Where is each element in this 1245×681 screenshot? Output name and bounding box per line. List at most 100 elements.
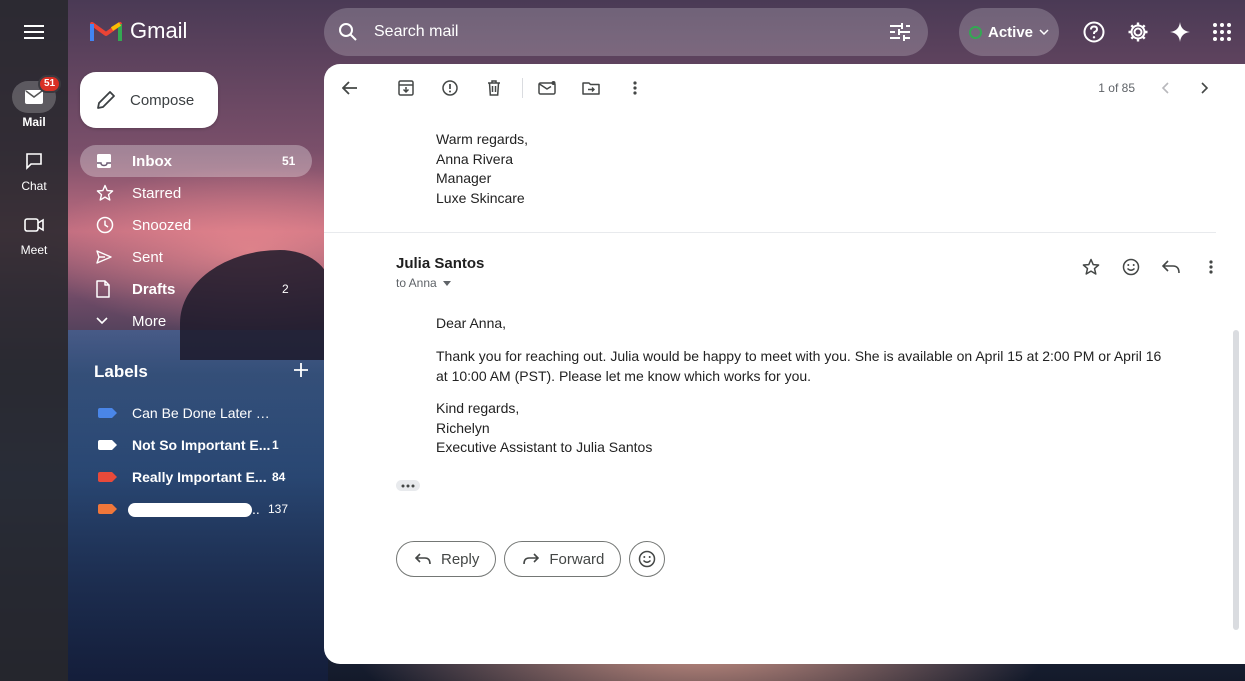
video-icon <box>24 218 44 232</box>
create-label-button[interactable] <box>294 362 308 382</box>
star-icon <box>1082 258 1100 275</box>
nav-item-drafts[interactable]: Drafts 2 <box>80 273 312 305</box>
search-options-button[interactable] <box>872 23 928 41</box>
chat-icon <box>26 153 42 170</box>
trash-icon <box>488 80 500 96</box>
hamburger-icon <box>24 25 44 39</box>
arrow-left-icon <box>342 81 357 95</box>
label-item-redacted[interactable]: .. 137 <box>80 493 312 525</box>
label-item-really-important[interactable]: Really Important E... 84 <box>80 461 312 493</box>
compose-label: Compose <box>130 91 195 109</box>
more-vert-icon <box>1209 260 1213 274</box>
mail-icon <box>25 90 43 104</box>
reply-icon <box>415 553 431 565</box>
star-message-button[interactable] <box>1075 251 1107 283</box>
redacted-label <box>128 503 252 518</box>
more-horiz-icon <box>401 484 415 487</box>
plus-icon <box>294 363 308 377</box>
gear-icon <box>1128 22 1148 42</box>
nav-item-starred[interactable]: Starred <box>80 177 312 209</box>
show-trimmed-content-button[interactable] <box>396 480 420 491</box>
app-name: Gmail <box>130 18 188 43</box>
message-actions <box>1075 251 1227 283</box>
sender-name[interactable]: Julia Santos <box>396 255 484 272</box>
label-item-not-so-important[interactable]: Not So Important E... 1 <box>80 429 312 461</box>
tune-icon <box>890 23 910 41</box>
label-tag-icon <box>98 408 117 418</box>
reply-icon <box>1162 260 1180 274</box>
report-icon <box>442 80 458 96</box>
reply-icon-button[interactable] <box>1155 251 1187 283</box>
message-body: Thank you for reaching out. Julia would … <box>436 348 1162 384</box>
chevron-down-icon <box>96 317 108 325</box>
older-button[interactable] <box>1189 72 1221 104</box>
pagination-text: 1 of 85 <box>1098 81 1135 95</box>
rail-chat-label: Chat <box>21 179 47 193</box>
add-reaction-button[interactable] <box>1115 251 1147 283</box>
more-vert-icon <box>633 81 637 95</box>
emoji-icon <box>1122 258 1140 276</box>
archive-button[interactable] <box>390 72 422 104</box>
nav-item-sent[interactable]: Sent <box>80 241 312 273</box>
label-item-can-be-done-later[interactable]: Can Be Done Later Email <box>80 397 312 429</box>
status-button[interactable]: Active <box>959 8 1059 56</box>
toolbar-divider <box>522 78 523 98</box>
back-button[interactable] <box>334 72 366 104</box>
compose-button[interactable]: Compose <box>80 72 218 128</box>
send-icon <box>96 250 112 264</box>
nav-item-snoozed[interactable]: Snoozed <box>80 209 312 241</box>
apps-grid-icon <box>1213 23 1231 41</box>
labels-title: Labels <box>94 362 148 381</box>
draft-icon <box>96 280 110 298</box>
app-rail: 51 Mail Chat Meet <box>0 0 68 681</box>
reply-button[interactable]: Reply <box>396 541 497 577</box>
forward-button[interactable]: Forward <box>504 541 622 577</box>
report-spam-button[interactable] <box>434 72 466 104</box>
settings-button[interactable] <box>1122 16 1154 48</box>
label-tag-icon <box>98 504 117 514</box>
labels-list: Can Be Done Later Email Not So Important… <box>80 397 312 525</box>
apps-button[interactable] <box>1206 16 1238 48</box>
search-button[interactable] <box>324 22 372 42</box>
caret-down-icon <box>442 280 451 286</box>
rail-mail[interactable]: 51 Mail <box>0 75 68 129</box>
label-tag-icon <box>98 472 117 482</box>
chevron-left-icon <box>1161 82 1169 94</box>
message-greeting: Dear Anna, <box>436 315 507 331</box>
mark-unread-button[interactable] <box>531 72 563 104</box>
label-tag-icon <box>98 440 117 450</box>
message-closing: Kind regards, Richelyn Executive Assista… <box>436 400 653 455</box>
folder-nav: Inbox 51 Starred Snoozed Sent Drafts 2 M… <box>80 145 312 337</box>
rail-chat[interactable]: Chat <box>0 145 68 193</box>
delete-button[interactable] <box>478 72 510 104</box>
search-bar <box>324 8 928 56</box>
rail-meet-label: Meet <box>20 243 48 257</box>
nav-item-inbox[interactable]: Inbox 51 <box>80 145 312 177</box>
message-panel: 1 of 85 Warm regards, Anna Rivera Manage… <box>324 64 1245 664</box>
rail-meet[interactable]: Meet <box>0 209 68 257</box>
search-input[interactable] <box>372 22 872 42</box>
clock-icon <box>96 216 114 234</box>
inbox-count: 51 <box>282 154 296 168</box>
nav-item-more[interactable]: More <box>80 305 312 337</box>
recipient-details[interactable]: to Anna <box>396 276 451 290</box>
emoji-icon <box>639 550 656 568</box>
newer-button[interactable] <box>1149 72 1181 104</box>
chevron-down-icon <box>1039 29 1049 35</box>
status-dot-icon <box>968 25 982 39</box>
sparkle-icon <box>1170 22 1190 42</box>
scrollbar[interactable] <box>1233 330 1239 630</box>
support-button[interactable] <box>1078 16 1110 48</box>
gmail-logo[interactable]: Gmail <box>90 18 187 44</box>
help-icon <box>1083 21 1105 43</box>
message-more-button[interactable] <box>1195 251 1227 283</box>
move-to-button[interactable] <box>575 72 607 104</box>
more-options-button[interactable] <box>619 72 651 104</box>
forward-icon <box>523 553 540 565</box>
message-toolbar: 1 of 85 <box>324 64 1245 112</box>
main-menu-button[interactable] <box>14 12 54 52</box>
gemini-button[interactable] <box>1164 16 1196 48</box>
archive-icon <box>398 80 414 96</box>
emoji-reaction-button[interactable] <box>629 541 666 577</box>
inbox-icon <box>97 154 111 168</box>
